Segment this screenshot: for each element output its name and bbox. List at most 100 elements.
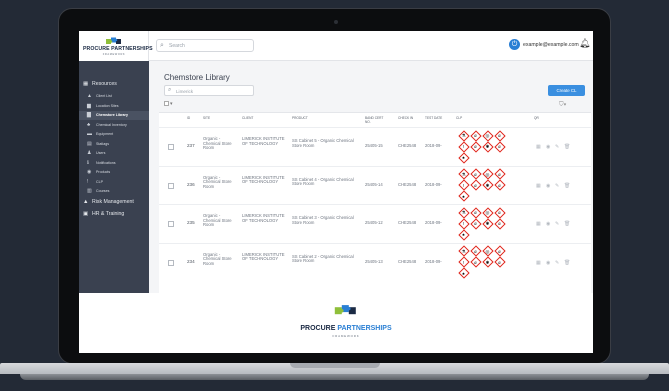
- sidebar-item-statlags[interactable]: ▤ Statlags: [79, 140, 149, 149]
- health-hazard-icon: ✱: [485, 182, 490, 188]
- sidebar-item-chemical-inventory[interactable]: ♣ Chemical Inventory: [79, 121, 149, 130]
- flammable-icon: 🔥︎: [497, 259, 502, 265]
- users-icon: ♟: [87, 150, 92, 156]
- col-header-id[interactable]: ID: [187, 116, 190, 121]
- view-icon[interactable]: ◉: [546, 260, 550, 266]
- building-icon: ▆: [87, 102, 91, 109]
- edit-icon[interactable]: ✎: [555, 144, 559, 150]
- sidebar-item-chemstore-library[interactable]: ▇ Chemstore Library: [79, 111, 149, 120]
- row-site: Organic - Chemical Store Room: [203, 174, 232, 189]
- edit-icon[interactable]: ✎: [555, 221, 559, 227]
- row-checkbox[interactable]: [168, 259, 174, 266]
- view-icon[interactable]: ◉: [546, 221, 550, 227]
- flask-icon: ♣: [87, 121, 91, 128]
- sidebar-item-label: Location Sites: [96, 103, 119, 108]
- qr-icon[interactable]: ▦: [536, 183, 541, 189]
- sidebar-group-resources[interactable]: ▦ Resources: [83, 81, 117, 87]
- row-checkbox[interactable]: [168, 221, 174, 227]
- grid-icon: ▦: [83, 81, 89, 87]
- search-input[interactable]: ⌕ Search: [156, 39, 254, 52]
- location-filter-input[interactable]: ⌕ Limerick: [164, 85, 254, 96]
- sidebar-item-client-list[interactable]: ▲ Client List: [79, 92, 149, 101]
- col-header-band-cert[interactable]: BAND CERT NO.: [365, 116, 389, 125]
- brand-name: PROCURE PARTNERSHIPS: [83, 46, 153, 52]
- col-header-check-in[interactable]: CHECK IN: [398, 116, 413, 121]
- col-header-site[interactable]: SITE: [203, 116, 210, 121]
- sidebar-group-risk-management[interactable]: ▲ Risk Management: [83, 199, 134, 205]
- row-client: LIMERICK INSTITUTE OF TECHNOLOGY: [242, 136, 285, 146]
- info-icon: ℹ: [87, 159, 89, 166]
- exclamation-icon: !: [462, 144, 465, 149]
- qr-icon[interactable]: ▦: [536, 260, 541, 266]
- table-row[interactable]: 236 Organic - Chemical Store Room LIMERICK…: [159, 165, 591, 205]
- sidebar-item-users[interactable]: ♟ Users: [79, 149, 149, 158]
- user-menu[interactable]: example@example.com ⌄: [523, 42, 585, 48]
- search-icon: ⌕: [168, 87, 172, 93]
- environment-icon: ♠: [462, 232, 465, 237]
- document-icon: ▤: [87, 140, 92, 147]
- row-band-cert: 25405-14: [365, 181, 383, 187]
- brand-logo[interactable]: PROCURE PARTNERSHIPS FRAMEWORK: [79, 31, 153, 61]
- edit-icon[interactable]: ✎: [555, 183, 559, 189]
- row-checkbox[interactable]: [168, 144, 174, 150]
- power-icon[interactable]: ⏻: [509, 39, 520, 50]
- sidebar-group-hr-training[interactable]: ▣ HR & Training: [83, 211, 124, 217]
- col-header-product[interactable]: PRODUCT: [292, 116, 308, 121]
- view-icon[interactable]: ◉: [546, 144, 550, 150]
- sidebar-item-notifications[interactable]: ℹ Notifications: [79, 159, 149, 168]
- footer-brand: PROCURE PARTNERSHIPS: [299, 325, 393, 332]
- delete-icon[interactable]: 🗑︎: [564, 183, 570, 189]
- webcam: [334, 20, 338, 24]
- col-header-test-date[interactable]: TEST DATE: [425, 116, 442, 121]
- flammable-icon: 🔥︎: [497, 171, 502, 177]
- filter-icon[interactable]: ⛉▾: [559, 102, 566, 109]
- sidebar-item-equipment[interactable]: ▬ Equipment: [79, 130, 149, 139]
- bell-icon[interactable]: 🔔︎: [579, 38, 590, 49]
- qr-icon[interactable]: ▦: [536, 144, 541, 150]
- book-icon: ▇: [87, 112, 91, 118]
- sidebar-item-courses[interactable]: ▥ Courses: [79, 187, 149, 196]
- page-title: Chemstore Library: [164, 73, 230, 82]
- delete-icon[interactable]: 🗑︎: [564, 221, 570, 227]
- puzzle-logo-icon: [106, 37, 121, 44]
- equipment-icon: ▬: [87, 131, 92, 137]
- sidebar-item-label: Chemstore Library: [96, 113, 128, 117]
- col-header-qr[interactable]: QR: [534, 116, 539, 121]
- user-icon: ▲: [87, 93, 92, 99]
- table-row[interactable]: 237 Organic - Chemical Store Room LIMERICK…: [159, 127, 591, 166]
- row-checkbox[interactable]: [168, 182, 174, 189]
- create-cl-button[interactable]: Create CL: [548, 85, 585, 96]
- flammable-icon: 🔥︎: [473, 182, 478, 188]
- footer-brand-right: PARTNERSHIPS: [337, 325, 392, 332]
- table-row[interactable]: 234 Organic - Chemical Store Room LIMERICK…: [159, 242, 591, 282]
- exclamation-icon: !: [462, 221, 465, 226]
- corrosive-icon: ⚗: [461, 171, 466, 177]
- sidebar-item-label: Users: [96, 151, 106, 155]
- row-check-in: CHE2548: [398, 143, 417, 148]
- col-header-client[interactable]: CLIENT: [242, 116, 253, 121]
- checkbox-icon: [164, 101, 169, 107]
- table-row[interactable]: 235 Organic - Chemical Store Room LIMERICK…: [159, 204, 591, 243]
- sidebar-item-clp[interactable]: ! CLP: [79, 178, 149, 187]
- col-header-clp[interactable]: CLP: [456, 116, 462, 121]
- oxidiser-icon: ◎: [485, 248, 490, 254]
- row-test-date: 2018-09-: [425, 181, 442, 187]
- view-icon[interactable]: ◉: [546, 183, 550, 189]
- row-client: LIMERICK INSTITUTE OF TECHNOLOGY: [242, 213, 285, 223]
- delete-icon[interactable]: 🗑︎: [564, 144, 570, 150]
- oxidiser-icon: ◎: [485, 210, 490, 215]
- course-icon: ▥: [87, 188, 92, 194]
- sidebar-item-label: CLP: [96, 179, 103, 184]
- search-placeholder: Search: [169, 43, 185, 49]
- qr-icon[interactable]: ▦: [536, 221, 541, 227]
- delete-icon[interactable]: 🗑︎: [564, 260, 570, 266]
- health-hazard-icon: ✱: [485, 259, 490, 265]
- bulk-select-dropdown[interactable]: ▾: [164, 101, 173, 107]
- flammable-icon: 🔥︎: [497, 182, 502, 188]
- row-product: SS Cabinet 2 - Organic Chemical Store Ro…: [292, 253, 354, 264]
- sidebar-item-label: Products: [96, 170, 111, 174]
- chevron-down-icon: ▾: [170, 101, 173, 107]
- sidebar-item-products[interactable]: ◉ Products: [79, 168, 149, 177]
- edit-icon[interactable]: ✎: [555, 260, 559, 266]
- sidebar-item-location-sites[interactable]: ▆ Location Sites: [79, 102, 149, 111]
